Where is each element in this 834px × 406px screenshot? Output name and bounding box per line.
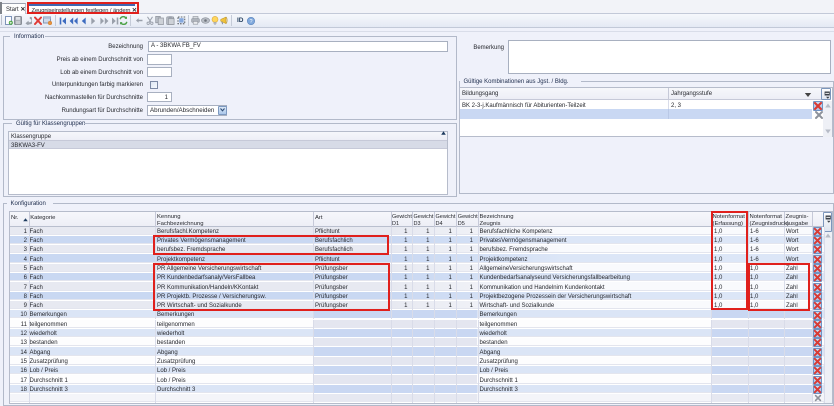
svg-text:?: ? <box>249 19 252 25</box>
